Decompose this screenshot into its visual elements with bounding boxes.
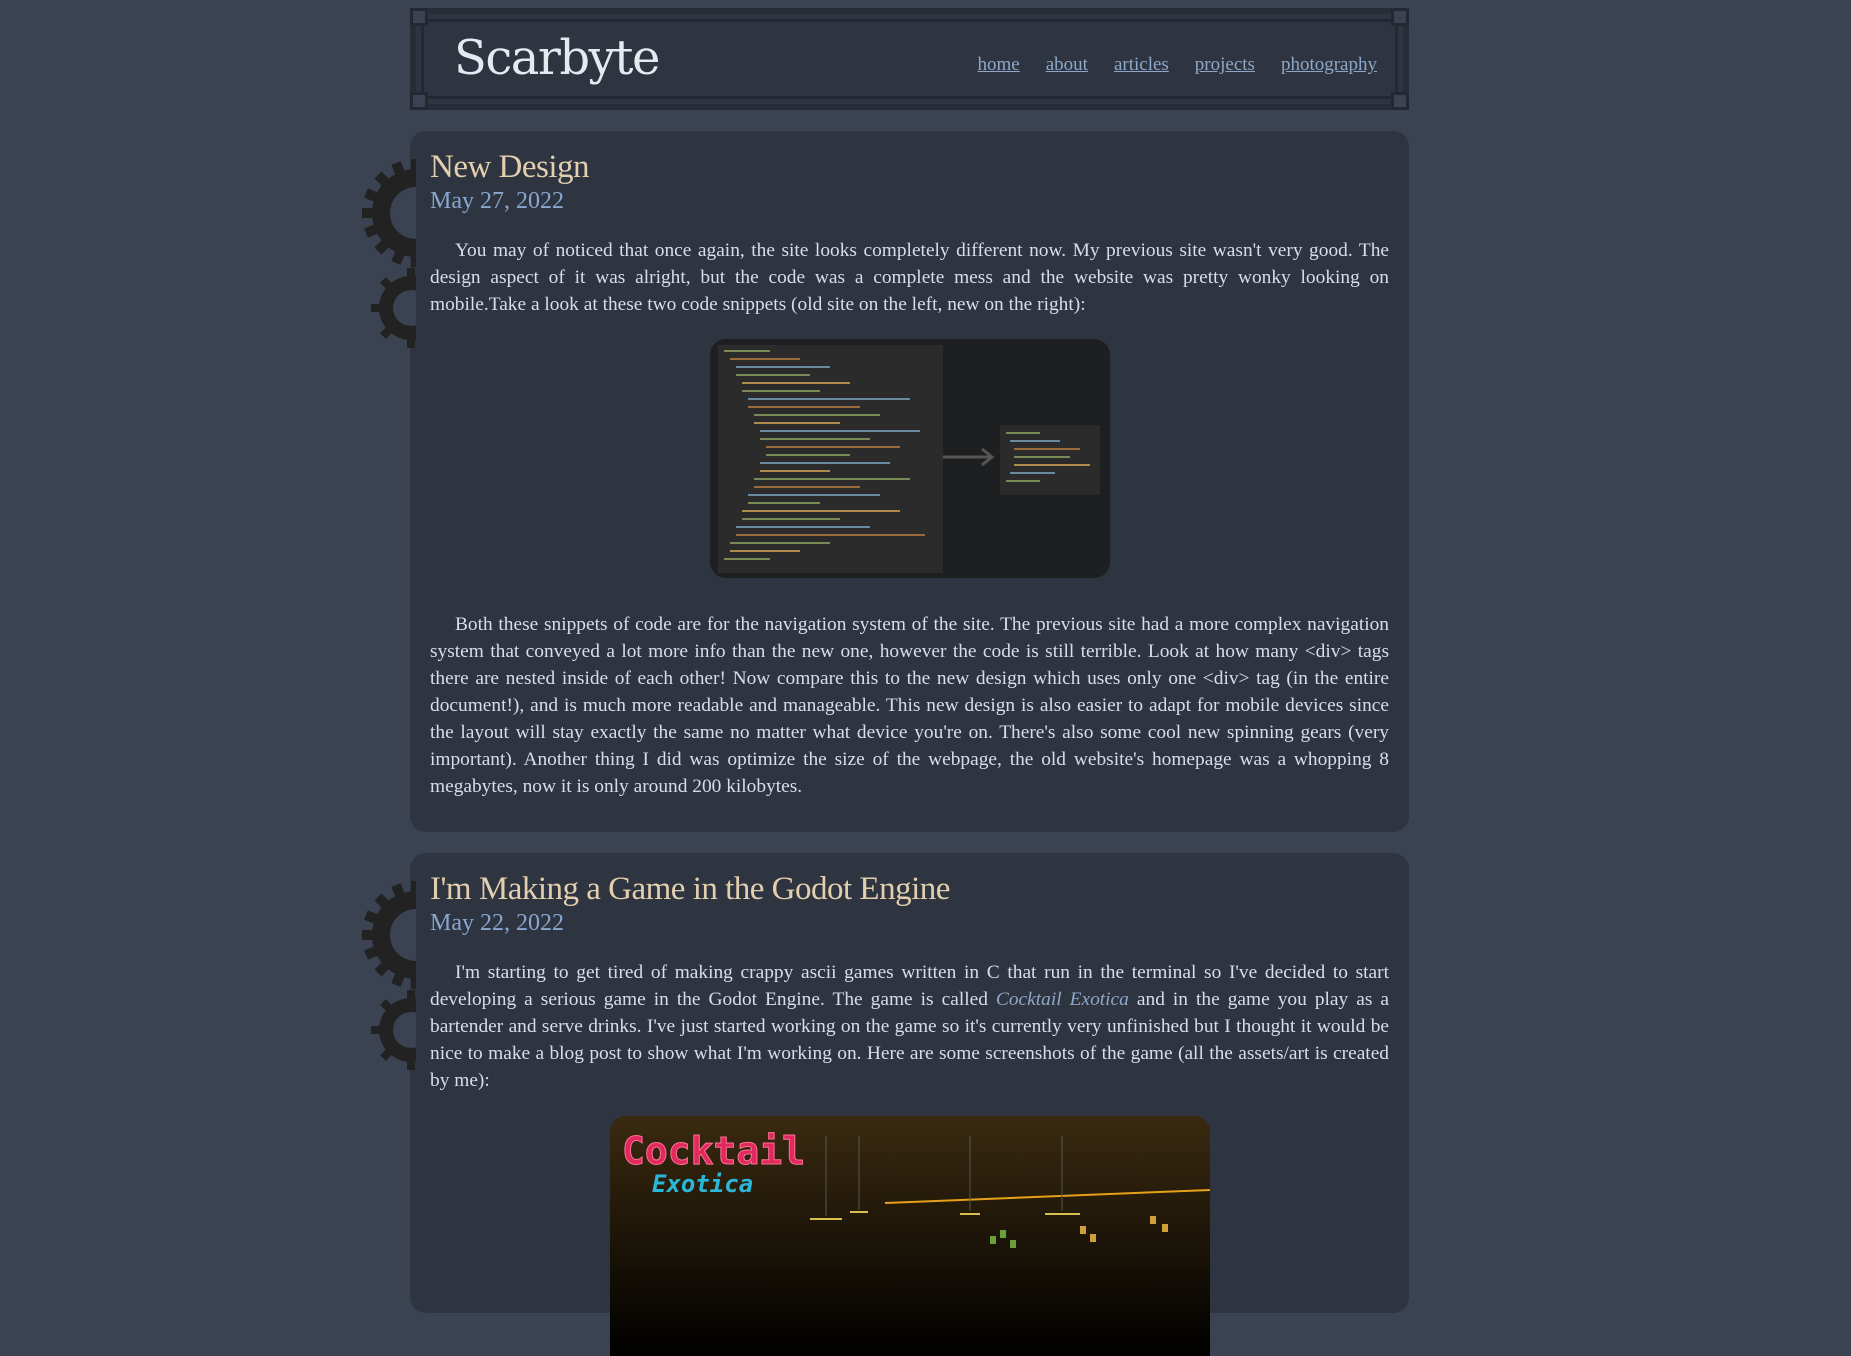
- gears-icon: [362, 881, 416, 1070]
- post-date: May 27, 2022: [430, 188, 564, 214]
- game-link[interactable]: Cocktail Exotica: [996, 989, 1129, 1010]
- post-paragraph: I'm starting to get tired of making crap…: [430, 959, 1389, 1094]
- nav-articles[interactable]: articles: [1114, 54, 1169, 76]
- game-screenshot: Cocktail Exotica: [609, 1116, 1210, 1356]
- frame-corner: [410, 92, 428, 110]
- frame-corner: [1391, 8, 1409, 26]
- post-date: May 22, 2022: [430, 910, 564, 936]
- site-header: Scarbyte home about articles projects ph…: [410, 8, 1409, 110]
- post-card: New Design May 27, 2022 You may of notic…: [362, 131, 1409, 832]
- game-logo-line2: Exotica: [652, 1170, 753, 1198]
- code-comparison-image: [709, 339, 1110, 578]
- post-paragraph: You may of noticed that once again, the …: [430, 240, 1389, 315]
- frame-corner: [410, 8, 428, 26]
- code-snippets-graphic: [717, 345, 1100, 573]
- post-title[interactable]: New Design: [430, 149, 1389, 186]
- nav-projects[interactable]: projects: [1195, 54, 1255, 76]
- main-nav: home about articles projects photography: [978, 54, 1378, 76]
- nav-about[interactable]: about: [1046, 54, 1088, 76]
- nav-home[interactable]: home: [978, 54, 1020, 76]
- game-logo-line1: Cocktail: [622, 1129, 805, 1173]
- gears-icon: [362, 159, 416, 348]
- nav-photography[interactable]: photography: [1281, 54, 1377, 76]
- post-card: I'm Making a Game in the Godot Engine Ma…: [362, 853, 1409, 1356]
- game-scene-graphic: Cocktail Exotica: [609, 1116, 1210, 1356]
- frame-corner: [1391, 92, 1409, 110]
- site-title[interactable]: Scarbyte: [454, 30, 660, 86]
- post-title[interactable]: I'm Making a Game in the Godot Engine: [430, 871, 1389, 908]
- post-paragraph: Both these snippets of code are for the …: [430, 614, 1389, 797]
